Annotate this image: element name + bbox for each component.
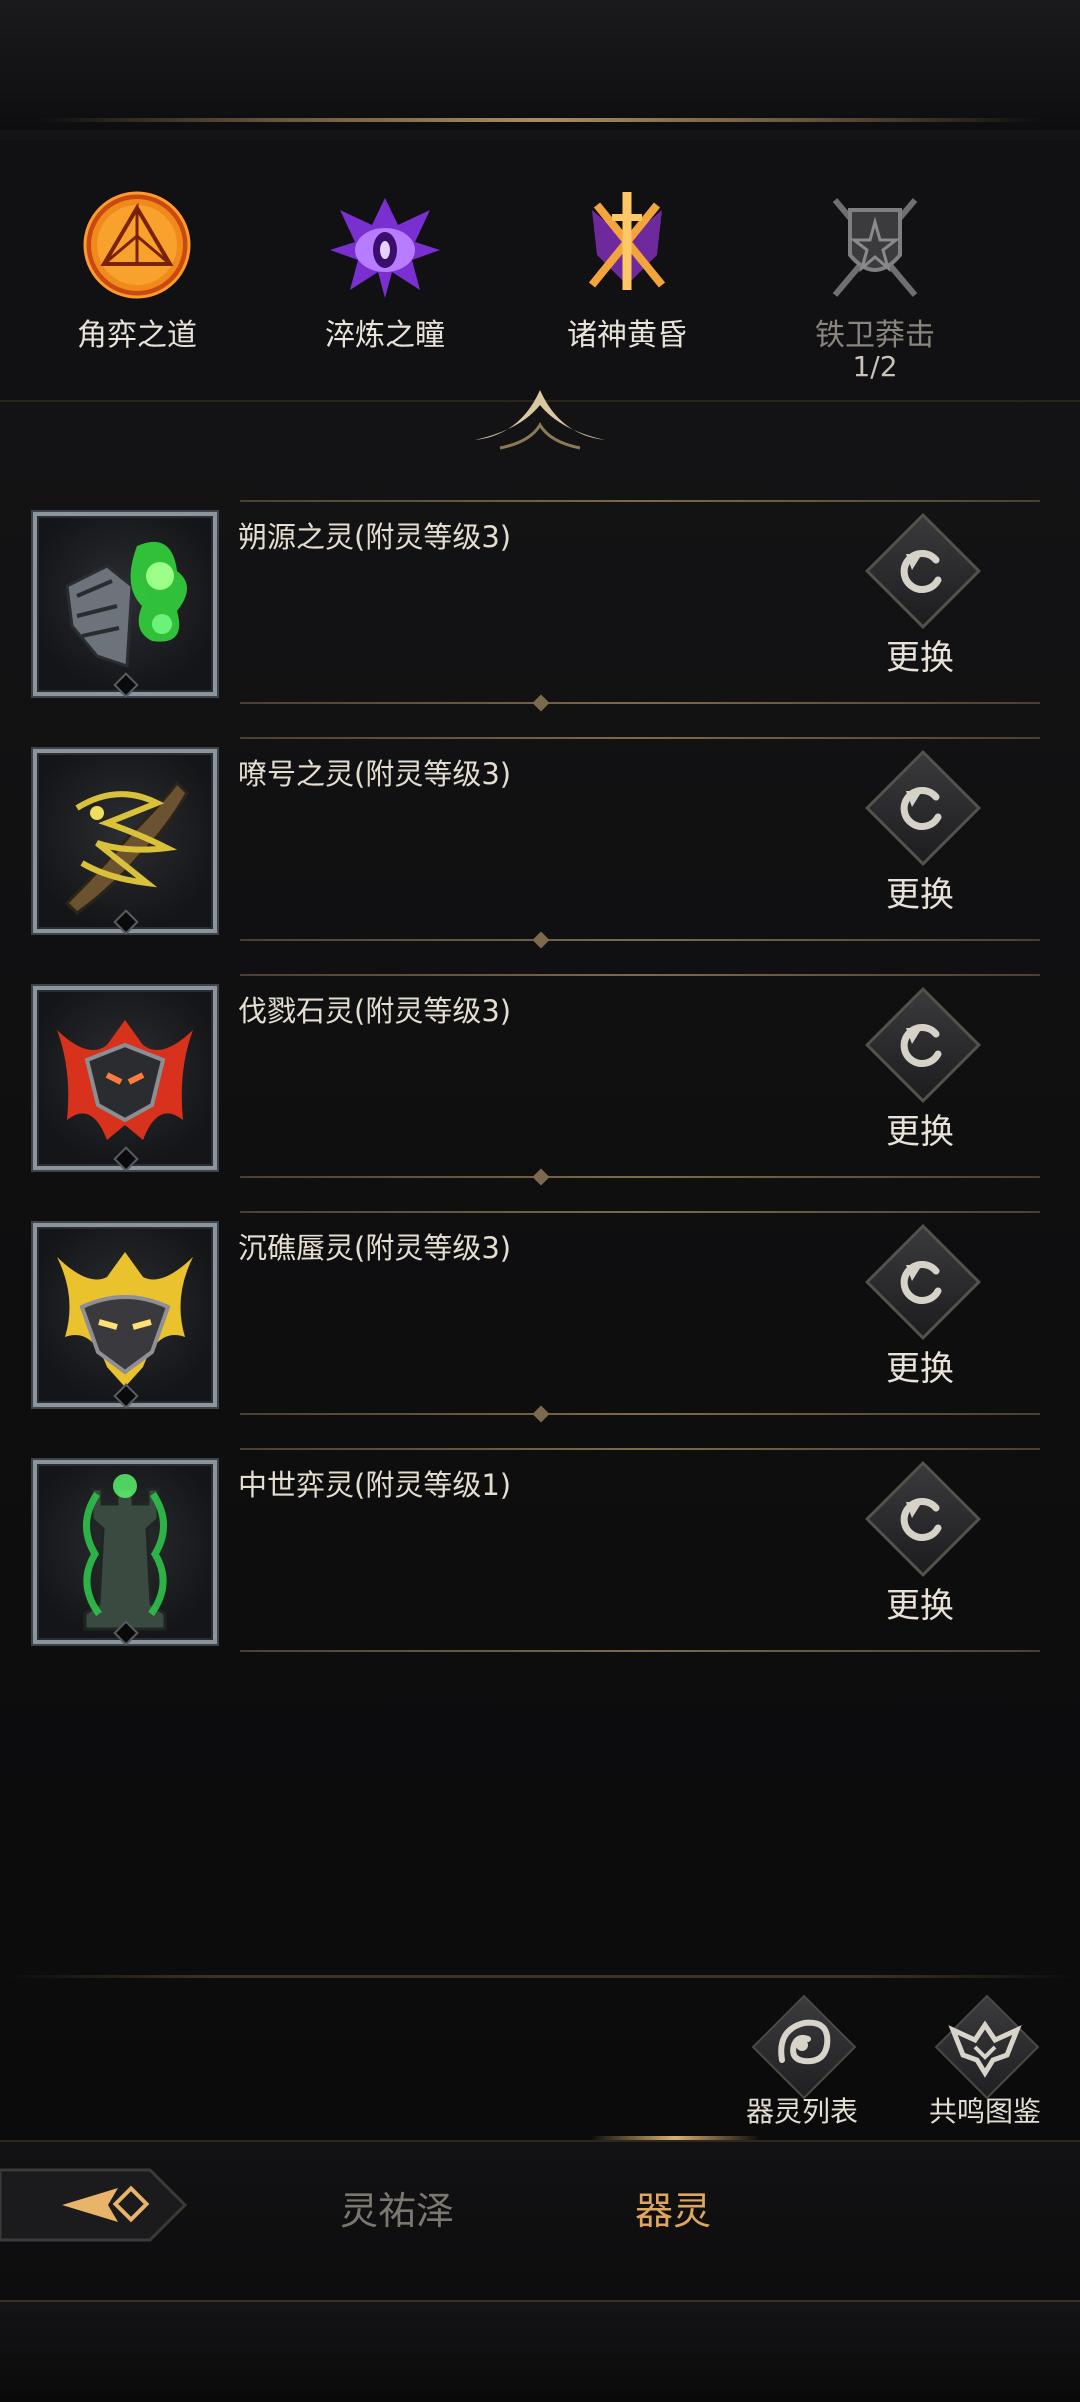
- row-divider: [240, 737, 1040, 739]
- refresh-arrow-icon: [900, 1261, 942, 1304]
- purple-eye-emblem-icon: [330, 198, 440, 298]
- top-frame: [0, 0, 1080, 132]
- tab-set-1-label: 角弈之道: [77, 318, 197, 353]
- swap-button-label: 更换: [886, 1586, 954, 1626]
- resonance-codex-button[interactable]: 共鸣图鉴: [905, 1994, 1065, 2130]
- row-divider: [240, 702, 1040, 704]
- swap-button[interactable]: 更换: [860, 987, 981, 1164]
- tab-set-2-label: 淬炼之瞳: [325, 318, 445, 353]
- bottom-frame: [0, 2300, 1080, 2402]
- orange-d20-emblem-icon: [83, 191, 191, 299]
- swap-button[interactable]: 更换: [860, 513, 981, 690]
- active-tab-indicator: [590, 2136, 760, 2140]
- gold-flame-mask-icon: [57, 1252, 193, 1387]
- spirit-thumbnail[interactable]: [33, 512, 217, 698]
- collapse-chevron-icon[interactable]: [470, 380, 610, 450]
- grey-shield-axes-emblem-icon: [832, 198, 918, 297]
- red-flame-mask-icon: [57, 1020, 193, 1140]
- refresh-arrow-icon: [900, 787, 942, 830]
- spirit-thumbnail[interactable]: [33, 749, 217, 935]
- row-divider: [240, 974, 1040, 976]
- swap-button-label: 更换: [886, 1112, 954, 1152]
- tab-set-2[interactable]: 淬炼之瞳: [270, 140, 500, 400]
- tab-lingyouze[interactable]: 灵祐泽: [340, 2180, 454, 2235]
- row-divider: [240, 939, 1040, 941]
- spirit-name: 中世弈灵(附灵等级1): [238, 1468, 512, 1502]
- tab-qiling[interactable]: 器灵: [635, 2180, 711, 2235]
- spirit-name: 朔源之灵(附灵等级3): [238, 520, 512, 554]
- spirit-swirl-icon: [778, 2019, 831, 2065]
- list-item: 嘹号之灵(附灵等级3) 更换: [30, 737, 1040, 949]
- spirit-list-label: 器灵列表: [745, 2095, 858, 2128]
- list-item: 中世弈灵(附灵等级1) 更换: [30, 1448, 1040, 1652]
- tab-set-1[interactable]: 角弈之道: [22, 140, 252, 400]
- green-spirit-gauntlet-icon: [65, 541, 187, 669]
- tab-set-4[interactable]: 铁卫莽击 1/2: [760, 140, 990, 400]
- spirit-thumbnail[interactable]: [33, 986, 217, 1172]
- spirit-thumbnail[interactable]: [33, 1223, 217, 1409]
- swap-button-label: 更换: [886, 638, 954, 678]
- swap-button[interactable]: 更换: [860, 1224, 981, 1401]
- spirit-name: 伐戮石灵(附灵等级3): [238, 994, 512, 1028]
- swap-button-label: 更换: [886, 1349, 954, 1389]
- spirit-list-button[interactable]: 器灵列表: [722, 1994, 882, 2130]
- spirit-thumbnail[interactable]: [33, 1460, 217, 1646]
- refresh-arrow-icon: [900, 1024, 942, 1067]
- row-divider: [240, 1448, 1040, 1450]
- tab-set-3[interactable]: 诸神黄昏: [512, 140, 742, 400]
- row-divider: [240, 1211, 1040, 1213]
- spirit-name: 沉礁蜃灵(附灵等级3): [238, 1231, 512, 1265]
- winged-crest-icon: [948, 2020, 1022, 2078]
- list-item: 朔源之灵(附灵等级3) 更换: [30, 500, 1040, 712]
- list-item: 沉礁蜃灵(附灵等级3) 更换: [30, 1211, 1040, 1423]
- row-divider: [240, 1413, 1040, 1415]
- tab-set-3-label: 诸神黄昏: [567, 318, 687, 353]
- yellow-spirit-horn-icon: [64, 780, 189, 915]
- tab-set-4-label: 铁卫莽击: [815, 318, 935, 353]
- spirit-name: 嘹号之灵(附灵等级3): [238, 757, 512, 791]
- row-divider: [240, 500, 1040, 502]
- green-chess-rook-icon: [83, 1474, 167, 1631]
- row-divider: [240, 1650, 1040, 1652]
- tab-set-4-progress: 1/2: [852, 350, 898, 383]
- row-divider: [240, 1176, 1040, 1178]
- crossed-swords-emblem-icon: [588, 192, 666, 290]
- swap-button[interactable]: 更换: [860, 1461, 981, 1638]
- resonance-codex-label: 共鸣图鉴: [928, 2095, 1041, 2128]
- refresh-arrow-icon: [900, 1498, 942, 1541]
- panel-bottom-divider: [0, 1975, 1080, 1978]
- set-tabs-bar: 角弈之道 淬炼之瞳 诸神黄昏 铁卫莽击 1/2: [0, 140, 1080, 402]
- swap-button[interactable]: 更换: [860, 750, 981, 927]
- list-item: 伐戮石灵(附灵等级3) 更换: [30, 974, 1040, 1186]
- back-button[interactable]: [0, 2160, 190, 2250]
- swap-button-label: 更换: [886, 875, 954, 915]
- refresh-arrow-icon: [900, 550, 942, 593]
